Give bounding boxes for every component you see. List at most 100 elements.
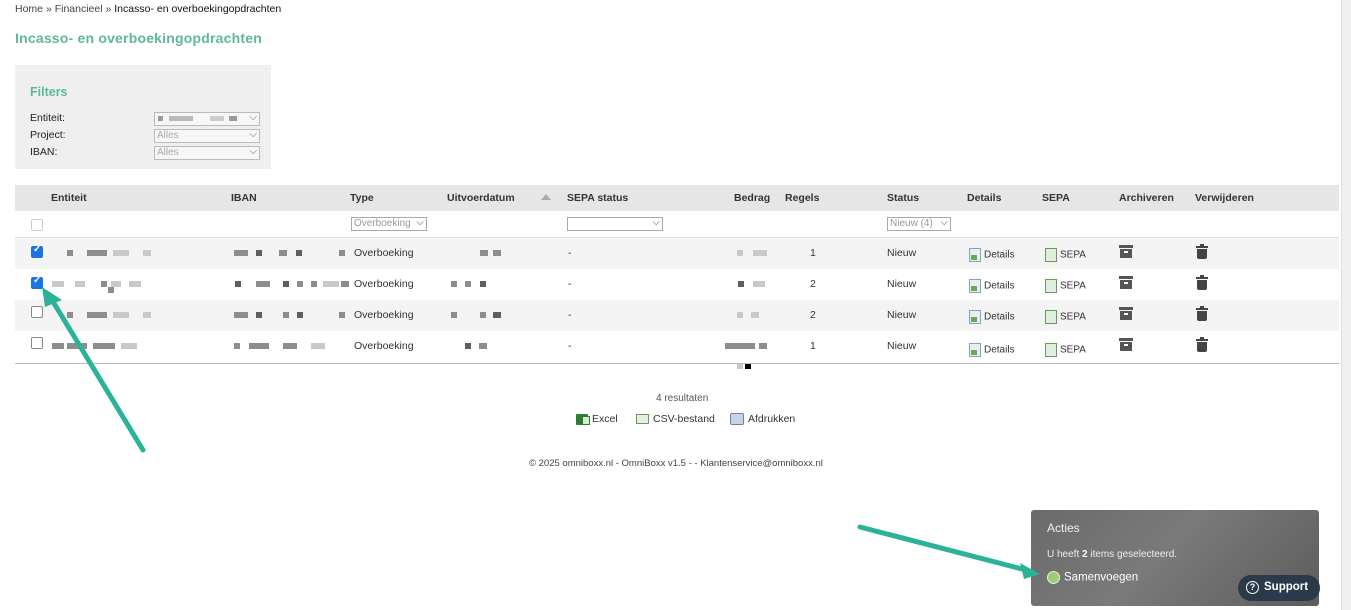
selection-prefix: U heeft xyxy=(1047,549,1080,560)
iban-redacted xyxy=(323,281,339,287)
entiteit-redacted xyxy=(67,312,73,318)
archive-icon[interactable] xyxy=(1119,245,1133,258)
row-type: Overboeking xyxy=(354,247,414,259)
col-details: Details xyxy=(967,192,1002,204)
amount-redacted xyxy=(751,312,759,318)
print-link[interactable]: Afdrukken xyxy=(730,413,795,426)
entiteit-redacted xyxy=(87,250,107,256)
export-csv-label: CSV-bestand xyxy=(653,413,715,425)
col-type[interactable]: Type xyxy=(350,192,374,204)
sepa-status-filter-select[interactable]: ⌵ xyxy=(567,217,663,231)
breadcrumb-home[interactable]: Home xyxy=(15,3,43,15)
iban-redacted xyxy=(256,281,270,287)
row-sepa-status: - xyxy=(568,278,572,290)
filter-project: Project: Alles ⌵ xyxy=(30,129,260,143)
type-filter-select[interactable]: Overboeking ⌵ xyxy=(351,217,427,231)
sepa-link[interactable]: SEPA xyxy=(1045,248,1086,262)
entiteit-redacted xyxy=(108,287,114,293)
export-csv-link[interactable]: CSV-bestand xyxy=(636,413,715,425)
details-link[interactable]: Details xyxy=(969,248,1015,262)
date-redacted xyxy=(465,281,471,287)
filter-iban-label: IBAN: xyxy=(30,146,58,158)
amount-redacted xyxy=(738,281,744,287)
merge-label: Samenvoegen xyxy=(1064,571,1139,584)
archive-icon[interactable] xyxy=(1119,276,1133,289)
row-checkbox[interactable] xyxy=(31,306,43,318)
trash-icon[interactable] xyxy=(1196,244,1208,259)
document-icon xyxy=(969,343,981,357)
iban-redacted xyxy=(234,250,248,256)
col-uitvoerdatum[interactable]: Uitvoerdatum xyxy=(447,192,515,204)
entiteit-redacted xyxy=(67,343,87,349)
date-redacted xyxy=(465,343,471,349)
vertical-scrollbar[interactable] xyxy=(1341,0,1351,610)
sepa-file-icon xyxy=(1045,248,1057,262)
entiteit-redacted xyxy=(143,312,151,318)
date-redacted xyxy=(480,250,488,256)
sort-asc-icon[interactable] xyxy=(541,194,551,200)
results-count: 4 resultaten xyxy=(656,393,709,404)
archive-icon[interactable] xyxy=(1119,307,1133,320)
details-link[interactable]: Details xyxy=(969,310,1015,324)
iban-redacted xyxy=(341,281,349,287)
filters-title: Filters xyxy=(30,85,68,99)
export-excel-label: Excel xyxy=(592,413,618,425)
col-entiteit[interactable]: Entiteit xyxy=(51,192,87,204)
filter-project-select[interactable]: Alles ⌵ xyxy=(154,129,260,143)
table-row[interactable]: Overboeking - 1 Nieuw Details SEPA xyxy=(15,238,1339,269)
iban-redacted xyxy=(283,343,297,349)
help-icon: ? xyxy=(1246,581,1259,594)
printer-icon xyxy=(730,413,744,426)
table-row[interactable]: Overboeking - 2 Nieuw Details SEPA xyxy=(15,269,1339,300)
support-button[interactable]: ? Support xyxy=(1238,575,1320,601)
col-status[interactable]: Status xyxy=(887,192,919,204)
col-regels[interactable]: Regels xyxy=(785,192,819,204)
iban-redacted xyxy=(279,250,287,256)
chevron-down-icon: ⌵ xyxy=(249,112,257,123)
filter-iban-value: Alles xyxy=(157,147,179,158)
iban-redacted xyxy=(256,250,262,256)
col-bedrag[interactable]: Bedrag xyxy=(734,192,770,204)
breadcrumb-financieel[interactable]: Financieel xyxy=(55,3,103,15)
type-filter-value: Overboeking xyxy=(354,218,411,229)
merge-icon xyxy=(1047,571,1060,584)
entiteit-redacted xyxy=(75,281,85,287)
trash-icon[interactable] xyxy=(1196,337,1208,352)
selection-count: 2 xyxy=(1082,549,1088,560)
table-row[interactable]: Overboeking - 2 Nieuw Details SEPA xyxy=(15,300,1339,331)
page-title: Incasso- en overboekingopdrachten xyxy=(15,30,262,46)
status-filter-select[interactable]: Nieuw (4) ⌵ xyxy=(887,217,951,231)
row-checkbox[interactable] xyxy=(31,337,43,349)
export-excel-link[interactable]: Excel xyxy=(576,413,618,425)
details-link[interactable]: Details xyxy=(969,279,1015,293)
filter-entiteit-select[interactable]: ⌵ xyxy=(154,112,260,126)
table-row[interactable]: Overboeking - 1 Nieuw Details SEPA xyxy=(15,331,1339,369)
trash-icon[interactable] xyxy=(1196,306,1208,321)
amount-redacted xyxy=(759,343,767,349)
filter-project-label: Project: xyxy=(30,129,66,141)
col-sepa-status[interactable]: SEPA status xyxy=(567,192,628,204)
sepa-link[interactable]: SEPA xyxy=(1045,310,1086,324)
row-checkbox[interactable] xyxy=(31,275,43,289)
filter-iban-select[interactable]: Alles ⌵ xyxy=(154,146,260,160)
archive-icon[interactable] xyxy=(1119,338,1133,351)
merge-button[interactable]: Samenvoegen xyxy=(1047,571,1138,584)
select-all-checkbox[interactable] xyxy=(31,219,43,231)
row-checkbox[interactable] xyxy=(31,244,43,258)
date-redacted xyxy=(493,312,501,318)
col-iban[interactable]: IBAN xyxy=(231,192,257,204)
row-status: Nieuw xyxy=(887,340,917,352)
entiteit-redacted xyxy=(52,343,64,349)
row-status: Nieuw xyxy=(887,278,917,290)
breadcrumb-separator: » xyxy=(105,3,112,15)
details-label: Details xyxy=(984,280,1015,292)
sepa-label: SEPA xyxy=(1060,280,1086,292)
trash-icon[interactable] xyxy=(1196,275,1208,290)
table-header: Entiteit IBAN Type Uitvoerdatum SEPA sta… xyxy=(15,185,1339,211)
entiteit-redacted xyxy=(101,281,107,287)
sepa-link[interactable]: SEPA xyxy=(1045,279,1086,293)
amount-redacted xyxy=(737,250,743,256)
document-icon xyxy=(969,279,981,293)
details-link[interactable]: Details xyxy=(969,343,1015,357)
sepa-link[interactable]: SEPA xyxy=(1045,343,1086,357)
